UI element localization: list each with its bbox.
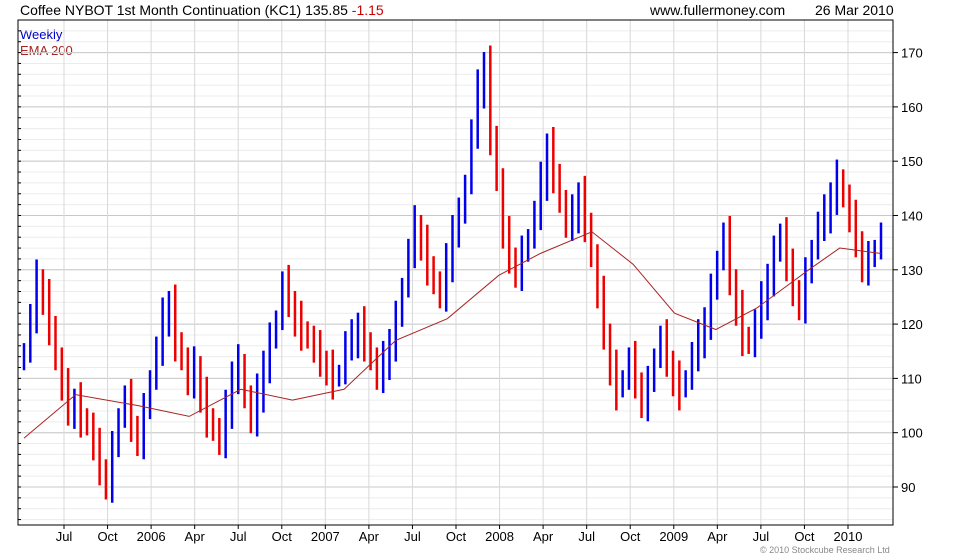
x-tick-label: Apr [359,529,380,544]
x-tick-label: 2008 [485,529,514,544]
y-tick-label: 170 [901,46,923,61]
coffee-weekly-chart: 90 100 110 120 130 140 150 160 170 Jul Oct 2006 Apr J… [17,19,923,544]
x-tick-label: Oct [446,529,467,544]
x-tick-label: Jul [230,529,247,544]
x-tick-label: 2010 [834,529,863,544]
x-tick-label: 2006 [137,529,166,544]
y-tick-label: 90 [901,480,915,495]
x-tick-label: Jul [56,529,73,544]
y-tick-label: 140 [901,208,923,223]
y-tick-label: 100 [901,426,923,441]
x-tick-label: Apr [185,529,206,544]
x-tick-label: 2007 [311,529,340,544]
y-tick-label: 160 [901,100,923,115]
x-tick-label: Jul [404,529,421,544]
x-tick-label: Jul [753,529,770,544]
y-tick-label: 150 [901,154,923,169]
x-tick-label: Oct [794,529,815,544]
x-tick-label: Oct [97,529,118,544]
y-tick-label: 110 [901,371,922,386]
x-tick-label: Apr [533,529,554,544]
x-tick-label: Oct [620,529,641,544]
y-tick-label: 120 [901,317,923,332]
x-tick-label: Oct [272,529,293,544]
y-tick-label: 130 [901,263,923,278]
x-tick-label: Jul [578,529,595,544]
x-tick-label: Apr [707,529,728,544]
x-tick-label: 2009 [659,529,688,544]
